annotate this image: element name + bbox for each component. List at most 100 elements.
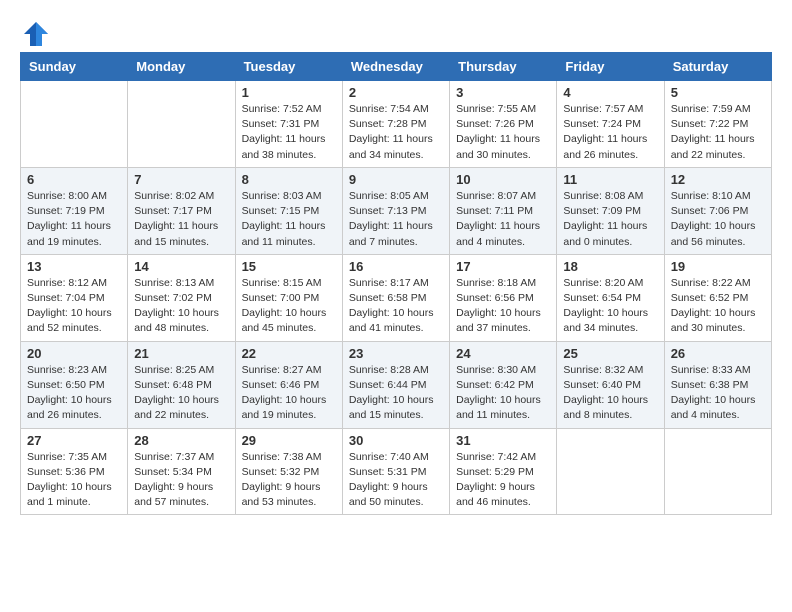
calendar-day-cell: 12Sunrise: 8:10 AM Sunset: 7:06 PM Dayli…: [664, 167, 771, 254]
day-info: Sunrise: 8:20 AM Sunset: 6:54 PM Dayligh…: [563, 276, 657, 337]
calendar-day-cell: 27 Sunrise: 7:35 AM Sunset: 5:36 PM Dayli…: [21, 428, 128, 515]
calendar-week-row: 1 Sunrise: 7:52 AM Sunset: 7:31 PM Daylig…: [21, 81, 772, 168]
day-info: Sunrise: 7:55 AM Sunset: 7:26 PM Dayligh…: [456, 102, 550, 163]
calendar-day-cell: 20 Sunrise: 8:23 AM Sunset: 6:50 PM Dayli…: [21, 341, 128, 428]
day-info: Sunrise: 8:10 AM Sunset: 7:06 PM Dayligh…: [671, 189, 765, 250]
calendar-day-cell: [21, 81, 128, 168]
calendar-day-cell: 9 Sunrise: 8:05 AM Sunset: 7:13 PM Daylig…: [342, 167, 449, 254]
day-number: 26: [671, 346, 765, 361]
calendar-day-cell: 23 Sunrise: 8:28 AM Sunset: 6:44 PM Dayli…: [342, 341, 449, 428]
day-number: 1: [242, 85, 336, 100]
calendar-day-cell: 11Sunrise: 8:08 AM Sunset: 7:09 PM Dayli…: [557, 167, 664, 254]
day-number: 5: [671, 85, 765, 100]
day-number: 8: [242, 172, 336, 187]
day-number: 18: [563, 259, 657, 274]
day-info: Sunrise: 7:52 AM Sunset: 7:31 PM Dayligh…: [242, 102, 336, 163]
calendar-header-row: SundayMondayTuesdayWednesdayThursdayFrid…: [21, 53, 772, 81]
calendar-day-cell: [664, 428, 771, 515]
calendar-day-cell: 14Sunrise: 8:13 AM Sunset: 7:02 PM Dayli…: [128, 254, 235, 341]
page-header: [20, 20, 772, 42]
day-number: 11: [563, 172, 657, 187]
day-number: 13: [27, 259, 121, 274]
day-info: Sunrise: 8:05 AM Sunset: 7:13 PM Dayligh…: [349, 189, 443, 250]
day-number: 14: [134, 259, 228, 274]
day-number: 27: [27, 433, 121, 448]
calendar-day-cell: 1 Sunrise: 7:52 AM Sunset: 7:31 PM Daylig…: [235, 81, 342, 168]
calendar-day-cell: 13Sunrise: 8:12 AM Sunset: 7:04 PM Dayli…: [21, 254, 128, 341]
calendar-week-row: 13Sunrise: 8:12 AM Sunset: 7:04 PM Dayli…: [21, 254, 772, 341]
calendar-day-cell: 16Sunrise: 8:17 AM Sunset: 6:58 PM Dayli…: [342, 254, 449, 341]
logo-icon: [22, 20, 50, 48]
day-number: 16: [349, 259, 443, 274]
day-number: 22: [242, 346, 336, 361]
day-of-week-header: Friday: [557, 53, 664, 81]
day-number: 31: [456, 433, 550, 448]
day-number: 10: [456, 172, 550, 187]
calendar-day-cell: 18 Sunrise: 8:20 AM Sunset: 6:54 PM Dayli…: [557, 254, 664, 341]
day-info: Sunrise: 8:18 AM Sunset: 6:56 PM Dayligh…: [456, 276, 550, 337]
calendar-day-cell: 17 Sunrise: 8:18 AM Sunset: 6:56 PM Dayli…: [450, 254, 557, 341]
day-number: 4: [563, 85, 657, 100]
logo: [20, 20, 50, 42]
calendar-day-cell: 2 Sunrise: 7:54 AM Sunset: 7:28 PM Daylig…: [342, 81, 449, 168]
day-info: Sunrise: 8:15 AM Sunset: 7:00 PM Dayligh…: [242, 276, 336, 337]
day-info: Sunrise: 7:59 AM Sunset: 7:22 PM Dayligh…: [671, 102, 765, 163]
calendar-day-cell: 26Sunrise: 8:33 AM Sunset: 6:38 PM Dayli…: [664, 341, 771, 428]
day-info: Sunrise: 8:23 AM Sunset: 6:50 PM Dayligh…: [27, 363, 121, 424]
day-number: 19: [671, 259, 765, 274]
calendar-day-cell: 28 Sunrise: 7:37 AM Sunset: 5:34 PM Dayli…: [128, 428, 235, 515]
day-info: Sunrise: 8:32 AM Sunset: 6:40 PM Dayligh…: [563, 363, 657, 424]
calendar-day-cell: 10 Sunrise: 8:07 AM Sunset: 7:11 PM Dayli…: [450, 167, 557, 254]
day-info: Sunrise: 8:02 AM Sunset: 7:17 PM Dayligh…: [134, 189, 228, 250]
day-of-week-header: Thursday: [450, 53, 557, 81]
day-number: 28: [134, 433, 228, 448]
calendar-week-row: 20 Sunrise: 8:23 AM Sunset: 6:50 PM Dayli…: [21, 341, 772, 428]
calendar-day-cell: 30Sunrise: 7:40 AM Sunset: 5:31 PM Dayli…: [342, 428, 449, 515]
day-info: Sunrise: 7:35 AM Sunset: 5:36 PM Dayligh…: [27, 450, 121, 511]
day-number: 21: [134, 346, 228, 361]
day-info: Sunrise: 8:00 AM Sunset: 7:19 PM Dayligh…: [27, 189, 121, 250]
day-info: Sunrise: 7:42 AM Sunset: 5:29 PM Dayligh…: [456, 450, 550, 511]
day-of-week-header: Tuesday: [235, 53, 342, 81]
day-number: 24: [456, 346, 550, 361]
day-number: 17: [456, 259, 550, 274]
day-info: Sunrise: 7:37 AM Sunset: 5:34 PM Dayligh…: [134, 450, 228, 511]
day-number: 2: [349, 85, 443, 100]
day-of-week-header: Wednesday: [342, 53, 449, 81]
day-number: 23: [349, 346, 443, 361]
day-info: Sunrise: 7:54 AM Sunset: 7:28 PM Dayligh…: [349, 102, 443, 163]
calendar-day-cell: 5 Sunrise: 7:59 AM Sunset: 7:22 PM Daylig…: [664, 81, 771, 168]
day-info: Sunrise: 7:57 AM Sunset: 7:24 PM Dayligh…: [563, 102, 657, 163]
day-number: 29: [242, 433, 336, 448]
day-number: 3: [456, 85, 550, 100]
calendar-day-cell: 3 Sunrise: 7:55 AM Sunset: 7:26 PM Daylig…: [450, 81, 557, 168]
calendar-day-cell: 7 Sunrise: 8:02 AM Sunset: 7:17 PM Daylig…: [128, 167, 235, 254]
day-number: 25: [563, 346, 657, 361]
day-info: Sunrise: 7:40 AM Sunset: 5:31 PM Dayligh…: [349, 450, 443, 511]
calendar-table: SundayMondayTuesdayWednesdayThursdayFrid…: [20, 52, 772, 515]
calendar-day-cell: 19 Sunrise: 8:22 AM Sunset: 6:52 PM Dayli…: [664, 254, 771, 341]
day-info: Sunrise: 8:03 AM Sunset: 7:15 PM Dayligh…: [242, 189, 336, 250]
day-number: 7: [134, 172, 228, 187]
day-info: Sunrise: 8:07 AM Sunset: 7:11 PM Dayligh…: [456, 189, 550, 250]
calendar-day-cell: [557, 428, 664, 515]
calendar-day-cell: 25 Sunrise: 8:32 AM Sunset: 6:40 PM Dayli…: [557, 341, 664, 428]
day-number: 20: [27, 346, 121, 361]
day-number: 9: [349, 172, 443, 187]
day-info: Sunrise: 8:25 AM Sunset: 6:48 PM Dayligh…: [134, 363, 228, 424]
day-info: Sunrise: 8:22 AM Sunset: 6:52 PM Dayligh…: [671, 276, 765, 337]
day-number: 6: [27, 172, 121, 187]
calendar-day-cell: 21 Sunrise: 8:25 AM Sunset: 6:48 PM Dayli…: [128, 341, 235, 428]
calendar-day-cell: 6 Sunrise: 8:00 AM Sunset: 7:19 PM Daylig…: [21, 167, 128, 254]
calendar-week-row: 6 Sunrise: 8:00 AM Sunset: 7:19 PM Daylig…: [21, 167, 772, 254]
day-of-week-header: Monday: [128, 53, 235, 81]
day-info: Sunrise: 8:28 AM Sunset: 6:44 PM Dayligh…: [349, 363, 443, 424]
calendar-day-cell: [128, 81, 235, 168]
day-info: Sunrise: 7:38 AM Sunset: 5:32 PM Dayligh…: [242, 450, 336, 511]
calendar-day-cell: 29 Sunrise: 7:38 AM Sunset: 5:32 PM Dayli…: [235, 428, 342, 515]
calendar-day-cell: 4 Sunrise: 7:57 AM Sunset: 7:24 PM Daylig…: [557, 81, 664, 168]
day-of-week-header: Sunday: [21, 53, 128, 81]
calendar-day-cell: 15Sunrise: 8:15 AM Sunset: 7:00 PM Dayli…: [235, 254, 342, 341]
calendar-day-cell: 31 Sunrise: 7:42 AM Sunset: 5:29 PM Dayli…: [450, 428, 557, 515]
calendar-day-cell: 8 Sunrise: 8:03 AM Sunset: 7:15 PM Daylig…: [235, 167, 342, 254]
